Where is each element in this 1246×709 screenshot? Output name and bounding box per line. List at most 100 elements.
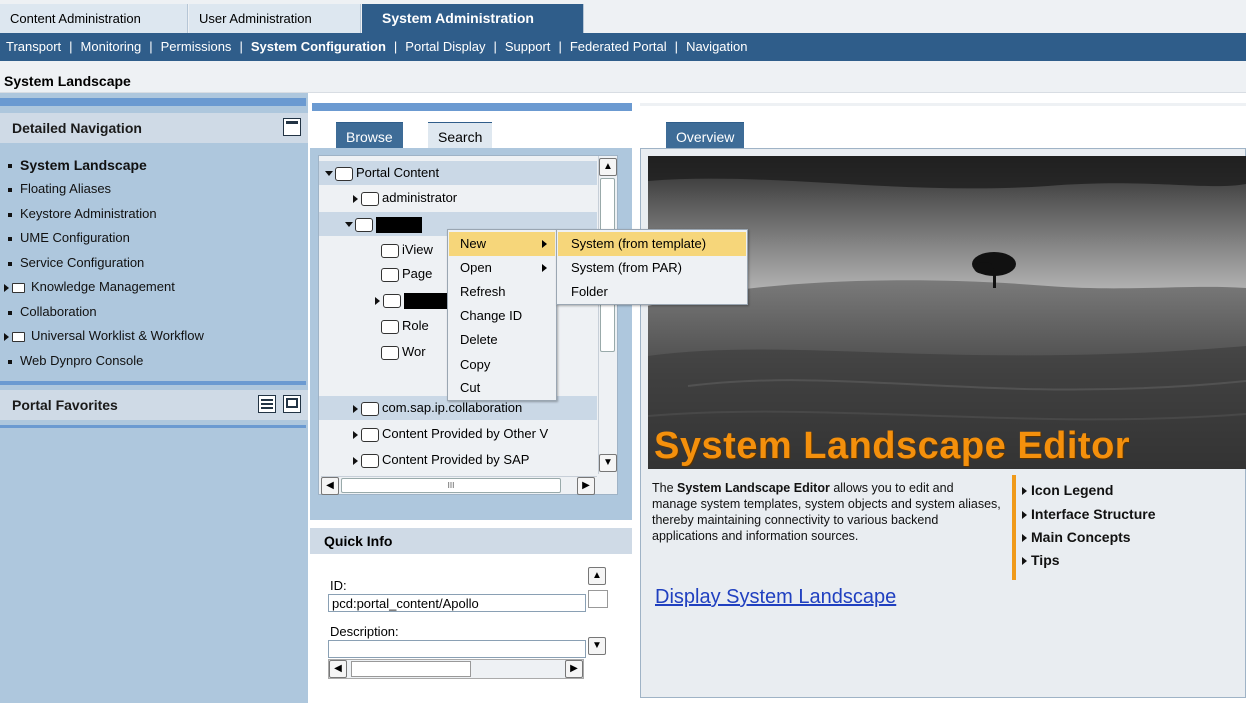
tab-overview[interactable]: Overview bbox=[666, 122, 745, 148]
list-view-icon[interactable] bbox=[258, 395, 276, 413]
scroll-down-icon[interactable]: ▼ bbox=[588, 637, 606, 655]
minimize-icon[interactable] bbox=[283, 118, 301, 136]
splitter-bar[interactable] bbox=[0, 98, 306, 106]
top-level-navigation: Content Administration User Administrati… bbox=[0, 0, 1246, 33]
folder-icon bbox=[381, 243, 399, 258]
menu-item-system-from-template[interactable]: System (from template) bbox=[558, 232, 746, 256]
expand-arrow-icon[interactable] bbox=[375, 296, 380, 305]
tree-horizontal-scrollbar[interactable]: ◀ III ▶ bbox=[321, 476, 597, 495]
menu-item-copy[interactable]: Copy bbox=[449, 353, 555, 377]
id-field[interactable]: pcd:portal_content/Apollo bbox=[328, 594, 586, 612]
nav-system-landscape[interactable]: System Landscape bbox=[8, 157, 147, 173]
subnav-federated-portal[interactable]: Federated Portal bbox=[570, 33, 667, 61]
nav-keystore-administration[interactable]: Keystore Administration bbox=[8, 206, 157, 221]
scroll-up-icon[interactable]: ▲ bbox=[599, 158, 617, 176]
tab-user-administration[interactable]: User Administration bbox=[189, 4, 361, 33]
nav-label: Collaboration bbox=[20, 304, 97, 319]
expand-arrow-icon[interactable] bbox=[353, 456, 358, 465]
folder-icon bbox=[361, 191, 379, 206]
menu-item-refresh[interactable]: Refresh bbox=[449, 280, 555, 304]
nav-label: Web Dynpro Console bbox=[20, 353, 144, 368]
nav-knowledge-management[interactable]: Knowledge Management bbox=[4, 279, 175, 294]
description-field[interactable] bbox=[328, 640, 586, 658]
link-interface-structure[interactable]: Interface Structure bbox=[1022, 506, 1155, 522]
tree-node-label: Page bbox=[402, 266, 433, 281]
menu-item-delete[interactable]: Delete bbox=[449, 328, 555, 352]
nav-collaboration[interactable]: Collaboration bbox=[8, 304, 97, 319]
tree-node-label: iView bbox=[402, 242, 433, 257]
tree-node-label: Portal Content bbox=[356, 165, 440, 180]
subnav-system-configuration[interactable]: System Configuration bbox=[251, 33, 386, 61]
link-icon-legend[interactable]: Icon Legend bbox=[1022, 482, 1113, 498]
nav-universal-worklist[interactable]: Universal Worklist & Workflow bbox=[4, 328, 204, 343]
expand-arrow-icon[interactable] bbox=[353, 430, 358, 439]
collapse-arrow-icon[interactable] bbox=[325, 171, 333, 177]
tab-browse[interactable]: Browse bbox=[336, 122, 403, 148]
menu-item-open[interactable]: Open bbox=[449, 256, 555, 280]
tree-node-label: administrator bbox=[382, 190, 458, 205]
subnav-support[interactable]: Support bbox=[505, 33, 551, 61]
tree-node-content-sap[interactable]: Content Provided by SAP bbox=[319, 448, 597, 472]
menu-item-folder[interactable]: Folder bbox=[558, 280, 746, 304]
tree-vertical-scrollbar[interactable]: ▲ ▼ bbox=[598, 156, 617, 474]
menu-item-change-id[interactable]: Change ID bbox=[449, 304, 555, 328]
tab-system-administration[interactable]: System Administration bbox=[362, 4, 584, 33]
subnav-monitoring[interactable]: Monitoring bbox=[81, 33, 142, 61]
subnav-navigation[interactable]: Navigation bbox=[686, 33, 747, 61]
bullet-icon bbox=[8, 187, 12, 192]
scroll-thumb[interactable]: III bbox=[341, 478, 561, 493]
expand-arrow-icon[interactable] bbox=[4, 283, 9, 292]
maximize-icon[interactable] bbox=[283, 395, 301, 413]
display-system-landscape-link[interactable]: Display System Landscape bbox=[655, 586, 896, 609]
tree-node-portal-content[interactable]: Portal Content bbox=[319, 161, 597, 185]
tab-content-administration[interactable]: Content Administration bbox=[0, 4, 188, 33]
menu-item-cut[interactable]: Cut bbox=[449, 376, 555, 400]
subnav-transport[interactable]: Transport bbox=[6, 33, 61, 61]
nav-label: Keystore Administration bbox=[20, 206, 157, 221]
scroll-thumb[interactable] bbox=[588, 590, 608, 608]
menu-item-new[interactable]: New bbox=[449, 232, 555, 256]
bullet-icon bbox=[8, 261, 12, 266]
bullet-icon bbox=[8, 164, 12, 169]
arrow-right-icon bbox=[1022, 534, 1027, 543]
nav-ume-configuration[interactable]: UME Configuration bbox=[8, 230, 130, 245]
quick-info-title: Quick Info bbox=[324, 533, 393, 549]
link-tips[interactable]: Tips bbox=[1022, 552, 1060, 568]
expand-arrow-icon[interactable] bbox=[353, 194, 358, 203]
context-menu: New Open Refresh Change ID Delete Copy C… bbox=[447, 229, 557, 401]
folder-icon bbox=[12, 331, 25, 342]
subnav-portal-display[interactable]: Portal Display bbox=[405, 33, 485, 61]
scroll-left-icon[interactable]: ◀ bbox=[321, 477, 339, 495]
new-submenu: System (from template) System (from PAR)… bbox=[556, 229, 748, 305]
tree-node-label: Wor bbox=[402, 344, 426, 359]
tab-search[interactable]: Search bbox=[428, 122, 493, 148]
tree-node-administrator[interactable]: administrator bbox=[319, 186, 597, 210]
nav-service-configuration[interactable]: Service Configuration bbox=[8, 255, 144, 270]
scroll-right-icon[interactable]: ▶ bbox=[565, 660, 583, 678]
scroll-up-icon[interactable]: ▲ bbox=[588, 567, 606, 585]
quick-info-panel: ID: pcd:portal_content/Apollo Descriptio… bbox=[318, 564, 613, 684]
tree-node-content-other-vendors[interactable]: Content Provided by Other V bbox=[319, 422, 597, 446]
scroll-thumb[interactable] bbox=[351, 661, 471, 677]
horizontal-scrollbar[interactable]: ◀ ▶ bbox=[328, 659, 584, 679]
collapse-arrow-icon[interactable] bbox=[345, 222, 353, 228]
expand-arrow-icon[interactable] bbox=[4, 332, 9, 341]
folder-icon bbox=[381, 319, 399, 334]
subnav-permissions[interactable]: Permissions bbox=[161, 33, 232, 61]
nav-floating-aliases[interactable]: Floating Aliases bbox=[8, 181, 111, 196]
splitter-bar[interactable] bbox=[312, 103, 632, 111]
nav-label: Knowledge Management bbox=[31, 279, 175, 294]
tree-node-label: com.sap.ip.collaboration bbox=[382, 400, 523, 415]
scroll-left-icon[interactable]: ◀ bbox=[329, 660, 347, 678]
nav-web-dynpro-console[interactable]: Web Dynpro Console bbox=[8, 353, 143, 368]
folder-icon bbox=[361, 453, 379, 468]
link-main-concepts[interactable]: Main Concepts bbox=[1022, 529, 1131, 545]
folder-icon bbox=[361, 401, 379, 416]
scroll-down-icon[interactable]: ▼ bbox=[599, 454, 617, 472]
subnav-separator: | bbox=[239, 39, 243, 54]
scroll-right-icon[interactable]: ▶ bbox=[577, 477, 595, 495]
expand-arrow-icon[interactable] bbox=[353, 404, 358, 413]
folder-icon bbox=[12, 282, 25, 293]
nav-label: UME Configuration bbox=[20, 230, 130, 245]
menu-item-system-from-par[interactable]: System (from PAR) bbox=[558, 256, 746, 280]
